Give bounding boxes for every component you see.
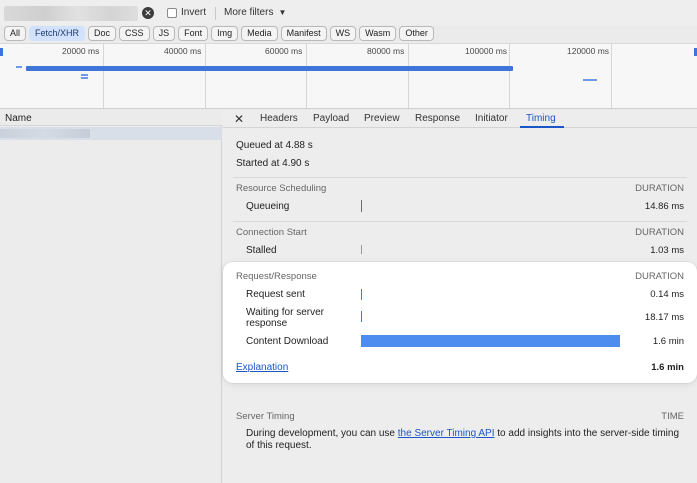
grid-line	[306, 44, 307, 108]
grid-line	[103, 44, 104, 108]
more-filters-dropdown[interactable]: More filters ▼	[224, 7, 286, 18]
grid-line	[205, 44, 206, 108]
started-at: Started at 4.90 s	[236, 158, 310, 169]
resource-type-filters: All Fetch/XHR Doc CSS JS Font Img Media Manifest…	[4, 26, 434, 42]
tab-preview[interactable]: Preview	[364, 113, 400, 124]
filter-chip-manifest[interactable]: Manifest	[280, 26, 327, 41]
explanation-link[interactable]: Explanation	[236, 362, 288, 373]
content-download-label: Content Download	[246, 336, 329, 347]
network-overview: 20000 ms 40000 ms 60000 ms 80000 ms 1000…	[0, 43, 697, 109]
stalled-label: Stalled	[246, 245, 277, 256]
connection-start-title: Connection Start	[236, 227, 307, 238]
queueing-value: 14.86 ms	[644, 201, 684, 212]
close-icon[interactable]: ✕	[234, 112, 244, 126]
section-divider	[233, 177, 687, 178]
server-timing-text: During development, you can use	[246, 428, 398, 439]
tab-headers[interactable]: Headers	[260, 113, 298, 124]
checkbox-box[interactable]	[167, 7, 177, 18]
filter-chip-fetch-xhr[interactable]: Fetch/XHR	[29, 26, 86, 41]
grid-line	[611, 44, 612, 108]
content-download-bar	[361, 335, 620, 347]
tick-label: 60000 ms	[265, 46, 303, 56]
overview-handle-left[interactable]	[0, 48, 3, 56]
duration-header: DURATION	[635, 271, 684, 282]
filter-chip-css[interactable]: CSS	[119, 26, 150, 41]
filter-input[interactable]	[4, 6, 138, 21]
filter-chip-js[interactable]: JS	[152, 26, 176, 41]
request-sent-bar	[361, 289, 362, 300]
tick-label: 100000 ms	[465, 46, 508, 56]
overview-request-mark	[583, 79, 597, 81]
duration-header: DURATION	[635, 183, 684, 194]
toolbar-divider	[215, 7, 216, 20]
filter-chip-media[interactable]: Media	[241, 26, 278, 41]
grid-line	[408, 44, 409, 108]
server-timing-description: During development, you can use the Serv…	[246, 428, 686, 452]
tab-payload[interactable]: Payload	[313, 113, 349, 124]
server-timing-title: Server Timing	[236, 411, 295, 422]
overview-request-mark	[16, 66, 22, 68]
filter-chip-ws[interactable]: WS	[329, 26, 357, 41]
active-tab-indicator	[520, 126, 564, 128]
content-download-value: 1.6 min	[652, 336, 684, 347]
waiting-bar	[361, 311, 362, 322]
resource-scheduling-title: Resource Scheduling	[236, 183, 327, 194]
name-column-header[interactable]: Name	[0, 110, 222, 126]
overview-request-mark	[81, 77, 88, 79]
queueing-bar	[361, 200, 362, 212]
request-name-redacted	[0, 129, 90, 138]
tab-response[interactable]: Response	[415, 113, 460, 124]
network-toolbar: ✕ Invert More filters ▼	[0, 0, 697, 25]
filter-chip-img[interactable]: Img	[211, 26, 239, 41]
duration-header: DURATION	[635, 227, 684, 238]
waiting-label: Waiting for server response	[246, 307, 324, 329]
tick-label: 120000 ms	[567, 46, 610, 56]
server-timing-api-link[interactable]: the Server Timing API	[398, 428, 495, 439]
tick-label: 80000 ms	[367, 46, 405, 56]
total-duration: 1.6 min	[651, 362, 684, 373]
overview-request-mark	[81, 74, 88, 76]
waiting-value: 18.17 ms	[644, 312, 684, 323]
dropdown-arrow-icon: ▼	[278, 8, 287, 17]
filter-chip-font[interactable]: Font	[178, 26, 209, 41]
details-tabbar: ✕ Headers Payload Preview Response Initi…	[223, 110, 697, 128]
request-response-title: Request/Response	[236, 271, 317, 282]
queued-at: Queued at 4.88 s	[236, 140, 313, 151]
request-row[interactable]	[0, 127, 222, 140]
tick-label: 40000 ms	[164, 46, 202, 56]
stalled-value: 1.03 ms	[650, 245, 684, 256]
tick-label: 20000 ms	[62, 46, 100, 56]
time-header: TIME	[661, 411, 684, 422]
grid-line	[509, 44, 510, 108]
filter-chip-all[interactable]: All	[4, 26, 27, 41]
request-list: Name	[0, 110, 222, 483]
filter-chip-doc[interactable]: Doc	[88, 26, 117, 41]
overview-request-bar	[26, 66, 513, 71]
clear-filter-icon[interactable]: ✕	[142, 7, 154, 19]
invert-label: Invert	[181, 7, 207, 18]
more-filters-label: More filters	[224, 7, 274, 18]
tab-initiator[interactable]: Initiator	[475, 113, 508, 124]
section-divider	[233, 221, 687, 222]
invert-checkbox[interactable]: Invert	[167, 7, 206, 18]
tab-timing[interactable]: Timing	[526, 113, 556, 124]
request-response-card: Request/Response DURATION Request sent 0…	[223, 262, 697, 383]
request-sent-value: 0.14 ms	[650, 289, 684, 300]
filter-chip-wasm[interactable]: Wasm	[359, 26, 397, 41]
queueing-label: Queueing	[246, 201, 290, 212]
filter-chip-other[interactable]: Other	[399, 26, 434, 41]
request-sent-label: Request sent	[246, 289, 305, 300]
stalled-bar	[361, 245, 362, 254]
